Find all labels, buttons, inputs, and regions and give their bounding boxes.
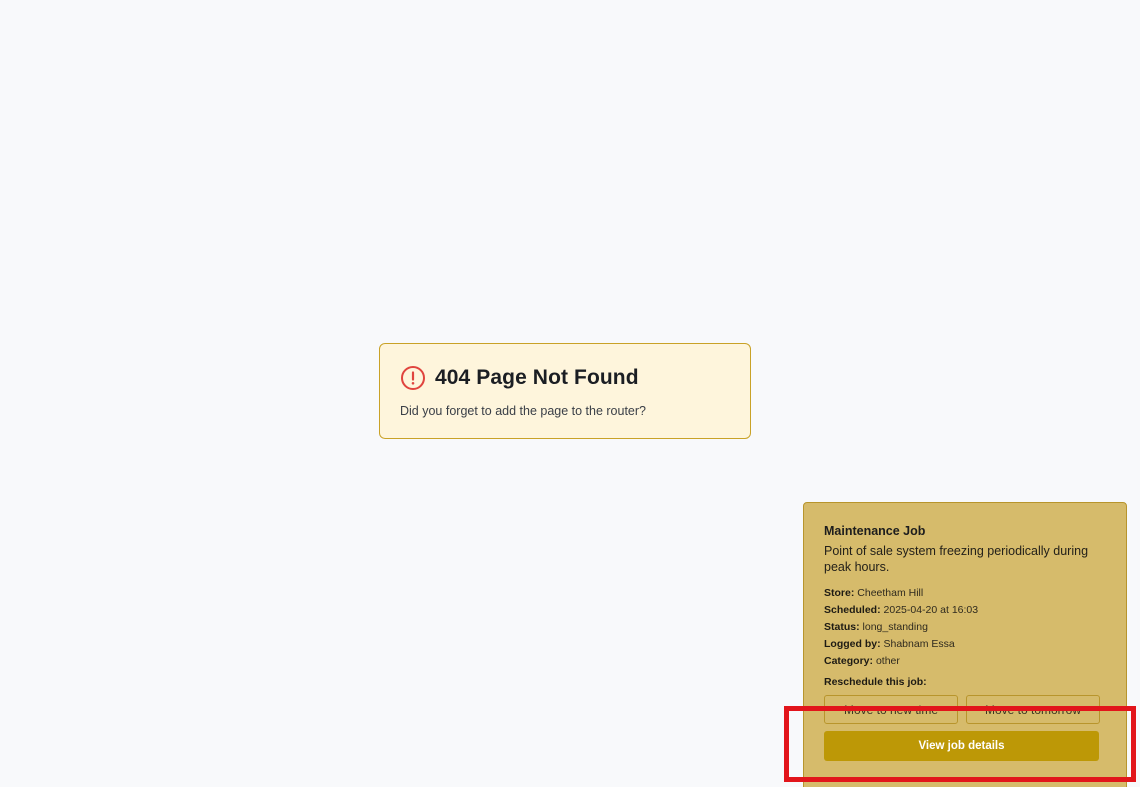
job-field-store: Store: Cheetham Hill [824, 585, 1106, 602]
field-value: Cheetham Hill [857, 587, 924, 599]
field-label: Category: [824, 655, 874, 667]
page: 404 Page Not Found Did you forget to add… [0, 0, 1140, 787]
field-value: long_standing [862, 621, 928, 633]
job-heading: Maintenance Job [824, 524, 926, 538]
job-field-category: Category: other [824, 653, 1106, 670]
move-to-tomorrow-button[interactable]: Move to tomorrow [966, 695, 1100, 724]
reschedule-buttons: Move to new time Move to tomorrow [824, 695, 1106, 724]
job-description: Point of sale system freezing periodical… [824, 544, 1089, 574]
not-found-card: 404 Page Not Found Did you forget to add… [379, 343, 751, 439]
alert-circle-icon [400, 365, 426, 391]
not-found-title-row: 404 Page Not Found [400, 364, 730, 392]
field-label: Status: [824, 621, 860, 633]
job-field-logged-by: Logged by: Shabnam Essa [824, 636, 1106, 653]
reschedule-label: Reschedule this job: [824, 676, 927, 688]
field-value: 2025-04-20 at 16:03 [883, 604, 979, 616]
move-to-new-time-button[interactable]: Move to new time [824, 695, 958, 724]
page-title: 404 Page Not Found [435, 366, 639, 389]
field-value: Shabnam Essa [883, 638, 955, 650]
job-field-scheduled: Scheduled: 2025-04-20 at 16:03 [824, 602, 1106, 619]
job-fields: Store: Cheetham Hill Scheduled: 2025-04-… [824, 585, 1106, 670]
field-label: Store: [824, 587, 855, 599]
not-found-message: Did you forget to add the page to the ro… [400, 404, 647, 418]
view-job-details-button[interactable]: View job details [824, 731, 1099, 761]
field-label: Logged by: [824, 638, 881, 650]
job-popup: Maintenance Job Point of sale system fre… [803, 502, 1127, 787]
job-field-status: Status: long_standing [824, 619, 1106, 636]
field-label: Scheduled: [824, 604, 881, 616]
field-value: other [875, 655, 900, 667]
